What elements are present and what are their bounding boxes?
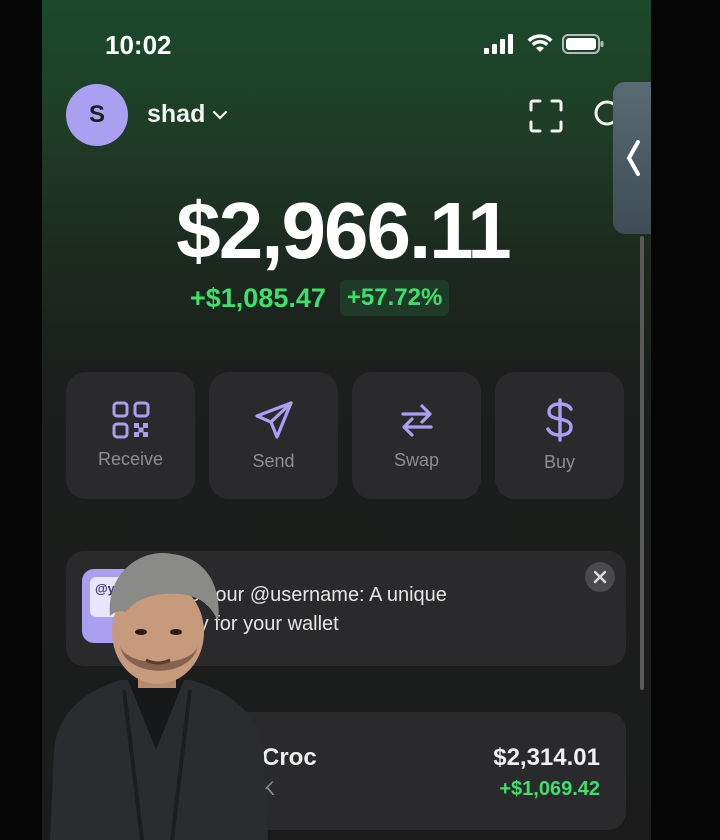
action-label: Send xyxy=(252,451,295,471)
dollar-icon xyxy=(545,398,573,442)
scan-icon[interactable] xyxy=(529,99,563,133)
chevron-left-icon xyxy=(626,140,640,176)
battery-icon xyxy=(562,34,604,54)
action-label: Receive xyxy=(97,449,164,469)
signal-icon xyxy=(484,34,513,54)
close-icon xyxy=(593,570,607,584)
wifi-icon xyxy=(527,34,553,52)
total-balance: $2,966.11 xyxy=(176,186,511,275)
balance-change-row: +$1,085.47 +57.72% xyxy=(190,280,450,316)
scrollbar[interactable] xyxy=(640,236,644,690)
qr-code-icon xyxy=(112,401,149,439)
swap-button[interactable]: Swap xyxy=(352,372,481,499)
action-buttons: Receive Send Swap Buy xyxy=(66,372,624,499)
action-label: Buy xyxy=(543,452,576,472)
action-label: Swap xyxy=(393,450,440,470)
receive-button[interactable]: Receive xyxy=(66,372,195,499)
chevron-down-icon xyxy=(213,110,228,120)
status-icons xyxy=(484,34,604,54)
change-amount: +$1,085.47 xyxy=(190,282,326,313)
swap-icon xyxy=(400,404,433,437)
avatar[interactable]: S xyxy=(66,84,128,146)
status-time: 10:02 xyxy=(105,30,172,60)
token-value: $2,314.01 xyxy=(493,744,600,771)
buy-button[interactable]: Buy xyxy=(495,372,624,499)
change-percent-badge: +57.72% xyxy=(339,280,450,316)
account-switcher[interactable]: shad xyxy=(147,100,229,129)
send-icon xyxy=(254,401,293,439)
presenter-webcam-overlay xyxy=(50,553,268,840)
close-banner-button[interactable] xyxy=(585,562,615,592)
token-change: +$1,069.42 xyxy=(499,778,600,800)
send-button[interactable]: Send xyxy=(209,372,338,499)
account-name: shad xyxy=(147,100,206,128)
